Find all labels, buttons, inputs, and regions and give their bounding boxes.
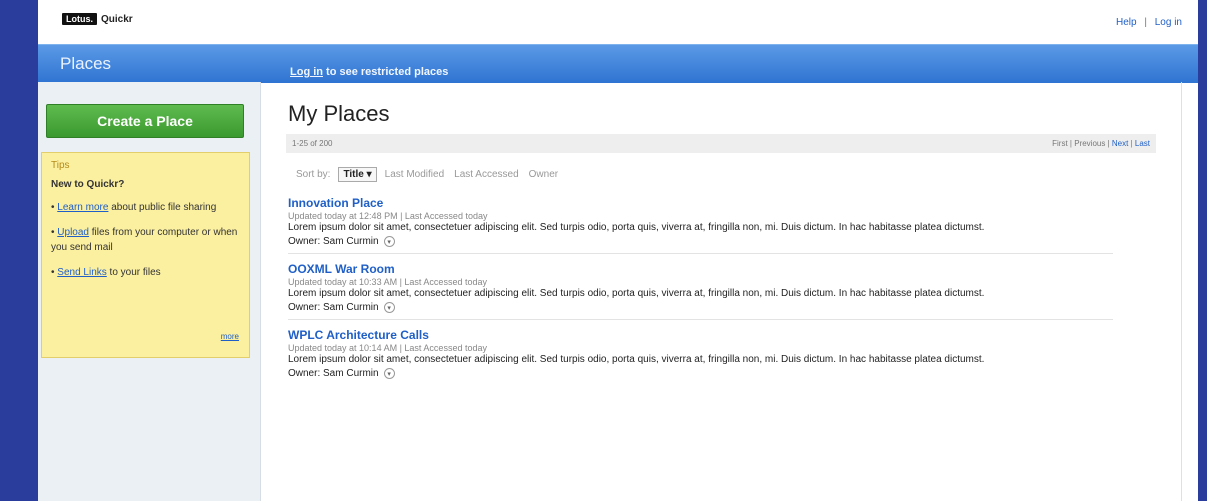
place-meta: Updated today at 12:48 PM | Last Accesse… <box>288 211 488 221</box>
tip-item: • Upload files from your computer or whe… <box>51 227 238 253</box>
last-page-link[interactable]: Last <box>1135 139 1150 148</box>
tip-item: • Learn more about public file sharing <box>51 202 217 213</box>
pagination: First | Previous | Next | Last <box>1052 139 1150 148</box>
sort-title-dropdown[interactable]: Title ▾ <box>338 167 377 182</box>
top-bar: Lotus. Quickr Help | Log in <box>38 0 1198 44</box>
page-title: My Places <box>288 101 390 126</box>
tip-text: to your files <box>106 267 161 278</box>
banner-login-link[interactable]: Log in <box>290 66 323 78</box>
login-link[interactable]: Log in <box>1155 17 1182 28</box>
tip-text: about public file sharing <box>108 202 217 213</box>
banner-title: Places <box>60 54 112 73</box>
places-banner: Places Log in to see restricted places <box>38 44 1198 83</box>
place-description: Lorem ipsum dolor sit amet, consectetuer… <box>288 222 985 233</box>
list-item: OOXML War Room Updated today at 10:33 AM… <box>288 262 1113 320</box>
upload-link[interactable]: Upload <box>57 227 89 238</box>
owner-menu-icon[interactable]: ▾ <box>383 236 395 247</box>
help-link[interactable]: Help <box>1116 17 1137 28</box>
next-page-link[interactable]: Next <box>1112 139 1128 148</box>
place-description: Lorem ipsum dolor sit amet, consectetuer… <box>288 354 985 365</box>
place-owner: Owner: Sam Curmin ▾ <box>288 236 1113 247</box>
app-frame: Lotus. Quickr Help | Log in Places Log i… <box>38 0 1198 501</box>
top-links: Help | Log in <box>1116 17 1182 28</box>
lotus-logo: Lotus. <box>62 13 97 25</box>
place-name-link[interactable]: OOXML War Room <box>288 262 1113 276</box>
tip-item: • Send Links to your files <box>51 267 161 278</box>
sort-last-accessed[interactable]: Last Accessed <box>454 169 518 180</box>
sort-label: Sort by: <box>296 169 331 180</box>
previous-page-link[interactable]: Previous <box>1074 139 1105 148</box>
paging-bar: 1-25 of 200 First | Previous | Next | La… <box>286 134 1156 153</box>
tips-subheading: New to Quickr? <box>51 179 125 190</box>
owner-menu-icon[interactable]: ▾ <box>383 302 395 313</box>
tips-heading: Tips <box>51 160 70 171</box>
sort-last-modified[interactable]: Last Modified <box>385 169 444 180</box>
create-place-button[interactable]: Create a Place <box>46 104 244 138</box>
owner-menu-icon[interactable]: ▾ <box>383 368 395 379</box>
first-page-link[interactable]: First <box>1052 139 1068 148</box>
sort-row: Sort by: Title ▾ Last Modified Last Acce… <box>296 167 568 182</box>
place-name-link[interactable]: Innovation Place <box>288 196 1113 210</box>
place-owner: Owner: Sam Curmin ▾ <box>288 302 1113 313</box>
place-owner: Owner: Sam Curmin ▾ <box>288 368 1113 379</box>
list-item: WPLC Architecture Calls Updated today at… <box>288 328 1113 385</box>
product-name: Quickr <box>101 13 133 25</box>
place-description: Lorem ipsum dolor sit amet, consectetuer… <box>288 288 985 299</box>
list-item: Innovation Place Updated today at 12:48 … <box>288 196 1113 254</box>
owner-text: Owner: Sam Curmin <box>288 368 379 379</box>
place-meta: Updated today at 10:33 AM | Last Accesse… <box>288 277 487 287</box>
owner-text: Owner: Sam Curmin <box>288 236 379 247</box>
restricted-notice: Log in to see restricted places <box>290 66 448 78</box>
learn-more-link[interactable]: Learn more <box>57 202 108 213</box>
content-divider <box>1181 82 1182 501</box>
send-links-link[interactable]: Send Links <box>57 267 106 278</box>
logo: Lotus. Quickr <box>62 13 133 25</box>
place-meta: Updated today at 10:14 AM | Last Accesse… <box>288 343 487 353</box>
owner-text: Owner: Sam Curmin <box>288 302 379 313</box>
sidebar: Create a Place Tips New to Quickr? • Lea… <box>38 82 261 501</box>
place-name-link[interactable]: WPLC Architecture Calls <box>288 328 1113 342</box>
sort-selected: Title <box>343 169 364 180</box>
place-list: Innovation Place Updated today at 12:48 … <box>288 196 1113 393</box>
tips-panel: Tips New to Quickr? • Learn more about p… <box>41 152 250 358</box>
chevron-down-icon: ▾ <box>366 169 372 180</box>
sort-owner[interactable]: Owner <box>529 169 558 180</box>
more-tips-link[interactable]: more <box>221 332 239 341</box>
separator: | <box>1144 17 1147 28</box>
result-count: 1-25 of 200 <box>292 139 333 148</box>
restricted-text: to see restricted places <box>323 66 449 78</box>
